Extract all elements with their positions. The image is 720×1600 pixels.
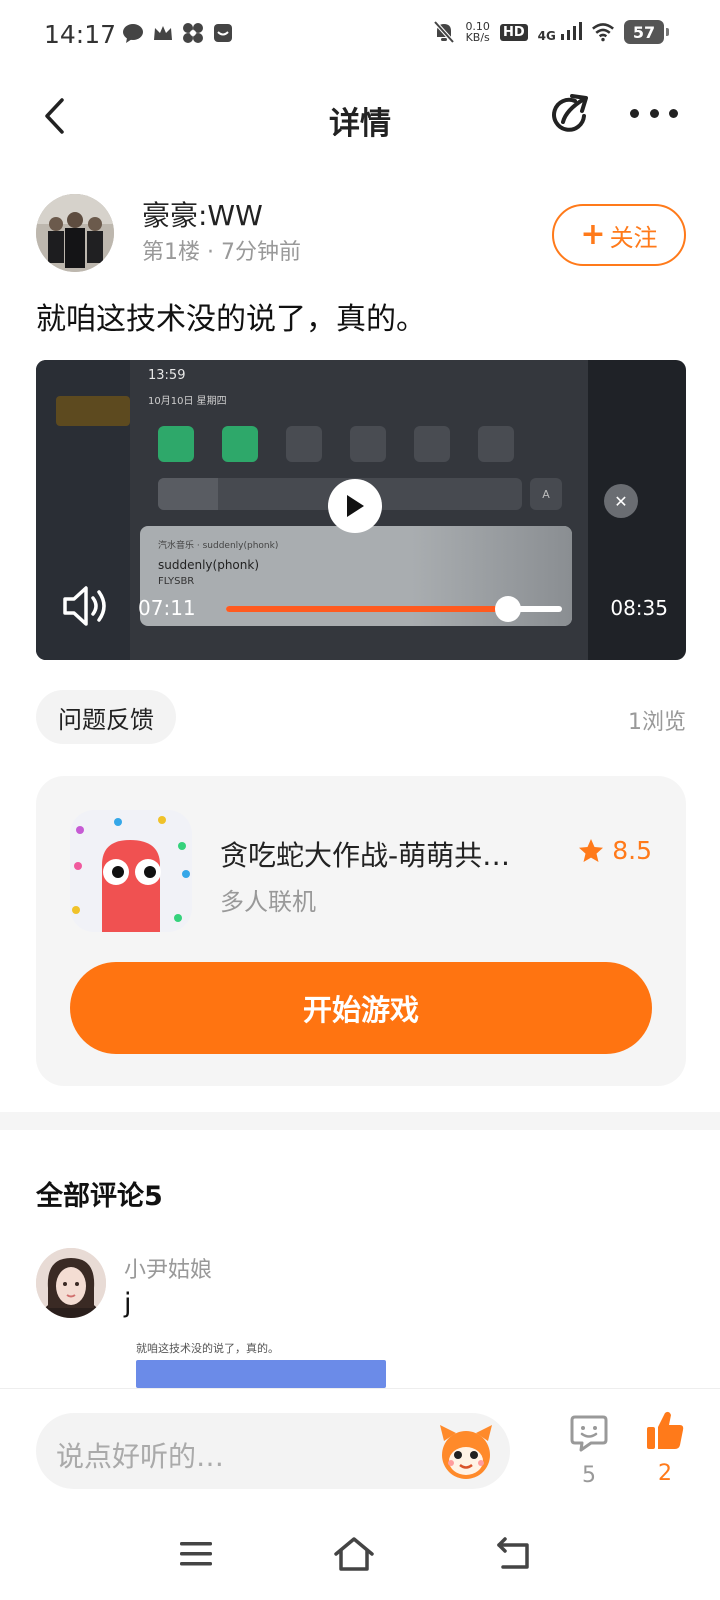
video-tile [478, 426, 514, 462]
comment-image-caption: 就咱这技术没的说了，真的。 [136, 1342, 279, 1355]
share-button[interactable] [548, 92, 594, 138]
video-player[interactable]: 13:59 10月10日 星期四 A 汽水音乐 · suddenly(phonk… [36, 360, 686, 660]
video-overlay-a: A [530, 478, 562, 510]
net-speed-unit: KB/s [465, 31, 490, 44]
video-progress-fill [226, 606, 509, 612]
commenter-name[interactable]: 小尹姑娘 [124, 1252, 212, 1284]
emoji-mascot-icon[interactable] [434, 1419, 498, 1483]
volume-icon [63, 586, 106, 626]
comment-input-placeholder: 说点好听的… [56, 1440, 225, 1473]
nav-back-button[interactable] [492, 1532, 536, 1576]
chat-bubble-icon [122, 22, 144, 44]
game-rating-value: 8.5 [612, 836, 652, 865]
section-divider [0, 1112, 720, 1130]
status-right-icons: 0.10 KB/s HD 4G 57 [433, 20, 669, 44]
network-speed: 0.10 KB/s [465, 21, 490, 43]
commenter-avatar[interactable] [36, 1248, 106, 1318]
video-overlay-tiles [158, 426, 514, 462]
view-count: 1浏览 [628, 710, 686, 735]
video-tile [286, 426, 322, 462]
page-title: 详情 [329, 106, 391, 142]
back-arrow-icon [497, 1537, 529, 1569]
video-music-song: suddenly(phonk) [158, 558, 259, 572]
post-text: 就咱这技术没的说了，真的。 [36, 302, 426, 337]
volume-button[interactable] [62, 584, 112, 628]
play-icon [347, 495, 364, 517]
follow-button[interactable]: + 关注 [552, 204, 686, 266]
nav-home-button[interactable] [332, 1532, 376, 1576]
bottom-action-bar: 说点好听的… 5 2 [0, 1388, 720, 1508]
nav-menu-button[interactable] [174, 1532, 218, 1576]
star-icon [579, 838, 604, 862]
wifi-icon [592, 21, 614, 43]
pinwheel-icon [182, 22, 204, 44]
video-tile [350, 426, 386, 462]
network-type: 4G [537, 21, 582, 43]
system-nav-bar [0, 1508, 720, 1600]
video-music-artist: FLYSBR [158, 576, 195, 587]
video-bg-block [56, 396, 130, 426]
comment-count-button[interactable]: 5 [566, 1413, 612, 1488]
follow-label: 关注 [609, 223, 658, 252]
share-icon [552, 94, 588, 132]
video-tile [414, 426, 450, 462]
video-tile [158, 426, 194, 462]
home-icon [334, 1537, 374, 1571]
video-progress-track[interactable] [226, 596, 562, 622]
comment-count: 5 [582, 1463, 596, 1488]
network-type-label: 4G [537, 28, 556, 43]
signal-icon [561, 21, 582, 40]
comment-text: j [124, 1288, 132, 1319]
comment-image[interactable] [136, 1360, 386, 1388]
game-rating: 8.5 [578, 836, 652, 865]
video-overlay-close-icon: ✕ [604, 484, 638, 518]
play-button[interactable] [328, 479, 382, 533]
author-avatar[interactable] [36, 194, 114, 272]
top-header: 详情 [0, 72, 720, 164]
comment-icon [570, 1415, 608, 1452]
more-button[interactable] [630, 98, 678, 128]
more-dot-icon [669, 108, 678, 118]
hd-badge: HD [499, 23, 528, 41]
post-author: 豪豪:WW 第1楼 · 7分钟前 + 关注 [36, 194, 686, 274]
status-time: 14:17 [44, 20, 117, 49]
video-tile [222, 426, 258, 462]
like-count: 2 [658, 1461, 672, 1486]
status-bar: 14:17 0.10 KB/s HD 4G 57 [0, 0, 720, 72]
battery-indicator: 57 [624, 20, 669, 44]
comment-input[interactable]: 说点好听的… [36, 1413, 510, 1489]
comments-title: 全部评论5 [36, 1181, 163, 1212]
thumbs-up-icon [647, 1411, 684, 1449]
topic-tag[interactable]: 问题反馈 [36, 690, 176, 744]
notification-icons [122, 22, 234, 44]
start-game-button[interactable]: 开始游戏 [70, 962, 652, 1054]
post-meta: 第1楼 · 7分钟前 [142, 240, 301, 265]
app-notification-icon [212, 22, 234, 44]
like-button[interactable]: 2 [642, 1409, 688, 1486]
more-dot-icon [649, 108, 659, 118]
game-title[interactable]: 贪吃蛇大作战-萌萌共… [220, 834, 540, 874]
game-icon[interactable] [70, 810, 192, 932]
game-card[interactable]: 贪吃蛇大作战-萌萌共… 多人联机 8.5 开始游戏 [36, 776, 686, 1086]
video-music-source: 汽水音乐 · suddenly(phonk) [158, 541, 279, 551]
mute-bell-icon [433, 20, 455, 44]
game-category: 多人联机 [220, 888, 316, 916]
video-duration: 08:35 [610, 596, 668, 620]
menu-icon [180, 1542, 212, 1566]
video-current-time: 07:11 [138, 596, 196, 620]
plus-icon: + [580, 217, 606, 252]
video-overlay-date: 10月10日 星期四 [148, 396, 227, 407]
more-dot-icon [630, 108, 639, 118]
video-overlay-time: 13:59 [148, 368, 186, 383]
crown-icon [152, 22, 174, 44]
author-name[interactable]: 豪豪:WW [142, 194, 263, 234]
comment-item[interactable]: 小尹姑娘 j 就咱这技术没的说了，真的。 [36, 1248, 686, 1388]
